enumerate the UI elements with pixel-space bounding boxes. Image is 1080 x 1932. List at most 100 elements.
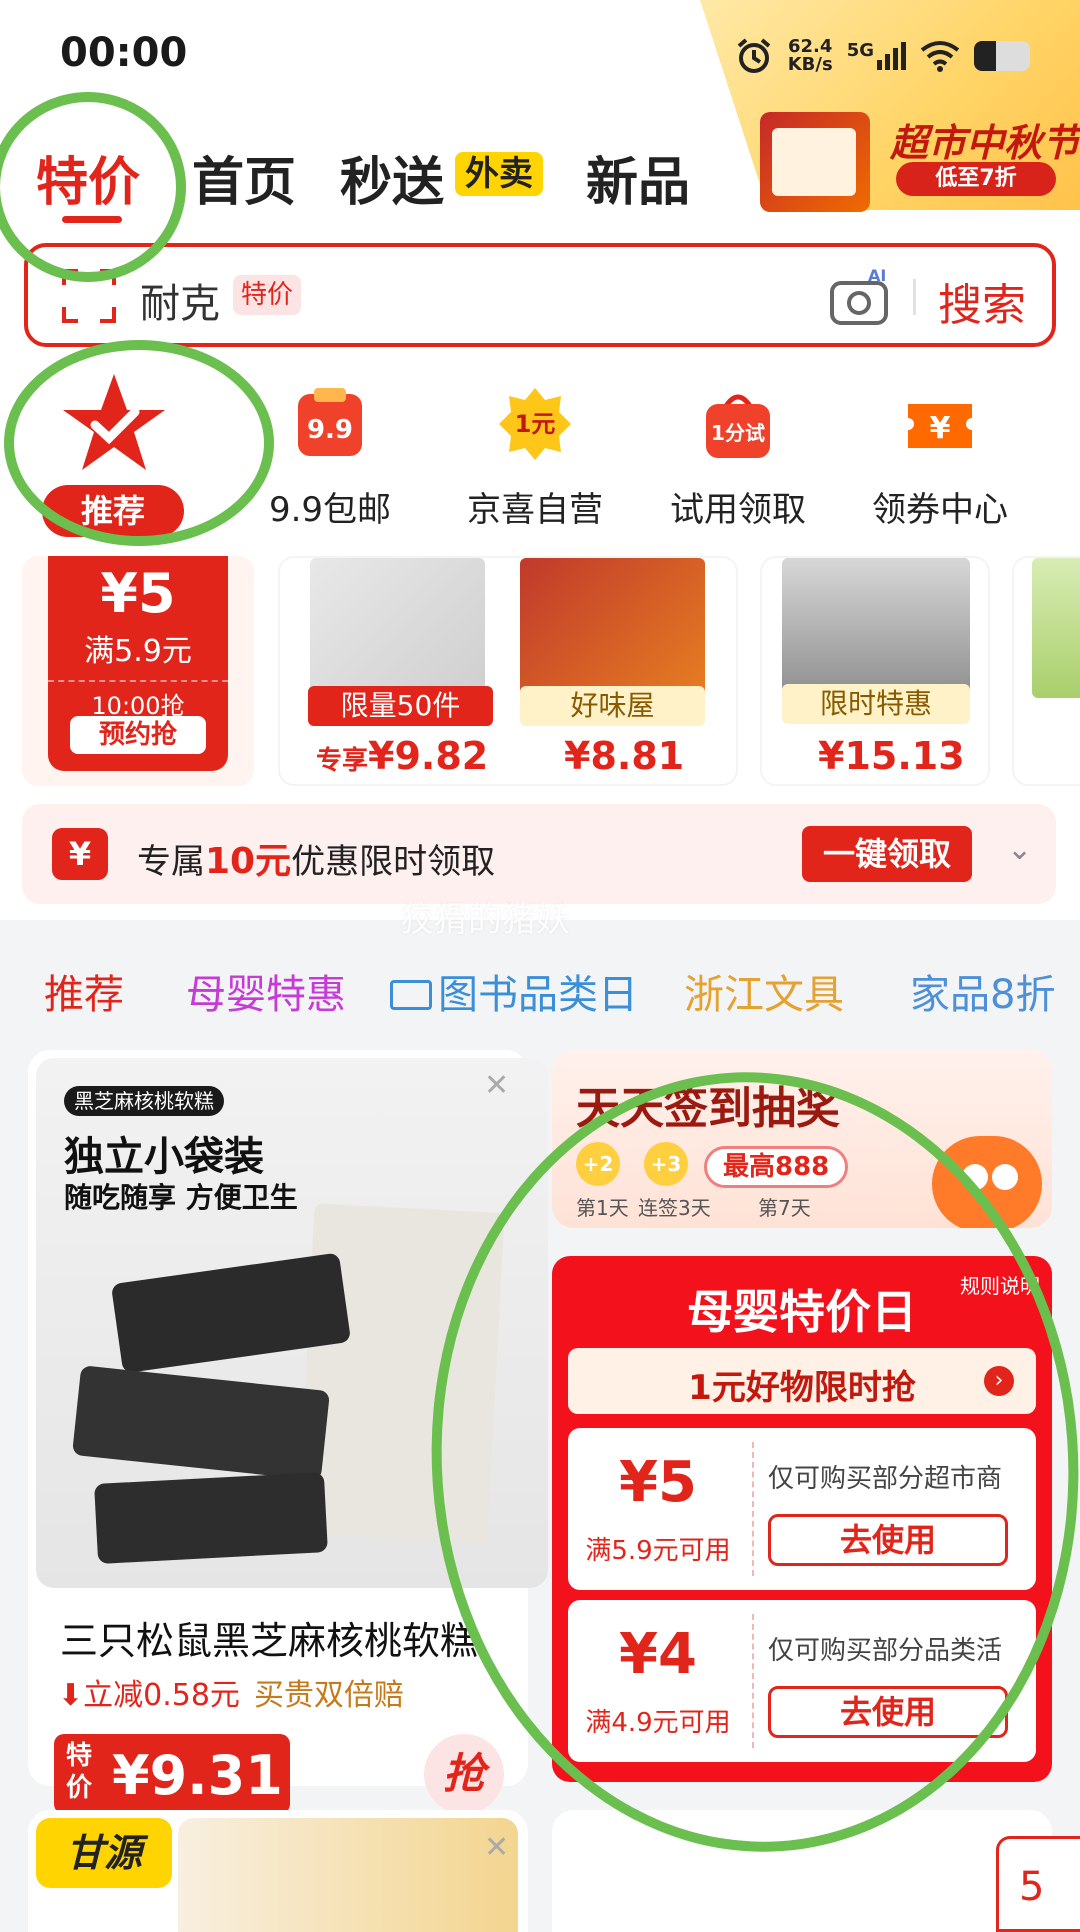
svg-text:1分试: 1分试 (711, 421, 765, 445)
channel-tab-books[interactable]: 图书品类日 (390, 962, 638, 1020)
search-tag: 特价 (233, 275, 302, 315)
close-icon[interactable]: ✕ (484, 1068, 509, 1103)
reserve-button[interactable]: 预约抢 (70, 716, 206, 754)
svg-text:¥: ¥ (930, 411, 951, 446)
product-image (1032, 558, 1080, 698)
waimai-tag: 外卖 (455, 152, 543, 196)
sign-in-card[interactable]: 天天签到抽奖 +2 +3 最高888 第1天 连签3天 第7天 (552, 1050, 1052, 1228)
product-strip-card[interactable] (1012, 556, 1080, 786)
category-coupon-center[interactable]: ¥ 领券中心 (850, 370, 1030, 530)
product-strip-card[interactable]: 限时特惠 ¥15.13 (760, 556, 990, 786)
net-speed-unit: KB/s (787, 54, 833, 75)
product-card[interactable] (552, 1810, 1052, 1932)
channel-tab-recommend[interactable]: 推荐 (44, 962, 124, 1020)
tab-new[interactable]: 新品 (586, 140, 690, 215)
product-price: ¥9.31 (112, 1744, 283, 1807)
use-coupon-button[interactable]: 去使用 (768, 1514, 1008, 1566)
ai-camera-icon[interactable]: AI (828, 267, 894, 327)
photo-headline: 独立小袋装 (64, 1134, 264, 1180)
photo-badge: 黑芝麻核桃软糕 (64, 1086, 224, 1116)
net-speed: 62.4 KB/s (788, 38, 833, 74)
chevron-down-icon[interactable]: ⌄ (1007, 832, 1032, 867)
coupon-condition: 满5.9元 (84, 634, 192, 669)
product-saving: ⬇立减0.58元 买贵双倍赔 (58, 1678, 404, 1713)
baby-deal-card[interactable]: 母婴特价日 规则说明 1元好物限时抢 › ¥5 满5.9元可用 仅可购买部分超市… (552, 1256, 1052, 1782)
channel-tab-home[interactable]: 家品8折 (910, 962, 1055, 1020)
channel-tab-baby[interactable]: 母婴特惠 (186, 962, 346, 1020)
product-price: ¥15.13 (818, 734, 965, 778)
search-divider (913, 279, 916, 315)
price-tag: 特价 (65, 1741, 92, 1803)
search-input[interactable]: 耐克 (140, 271, 220, 329)
mooncake-gift-image[interactable] (760, 112, 870, 212)
coupon-note: 仅可购买部分品类活 (768, 1636, 1003, 1666)
wifi-icon (920, 41, 960, 72)
product-strip-card[interactable]: 限量50件 好味屋 专享¥9.82 ¥8.81 (278, 556, 738, 786)
product-card[interactable]: 黑芝麻核桃软糕 独立小袋装 随吃随享 方便卫生 ✕ 三只松鼠黑芝麻核桃软糕 ⬇立… (28, 1050, 548, 1814)
alarm-icon (737, 38, 771, 73)
tab-home[interactable]: 首页 (192, 140, 296, 215)
scan-icon[interactable] (62, 269, 116, 323)
category-jingxi-label: 京喜自营 (467, 490, 603, 530)
product-image (310, 558, 485, 698)
chevron-right-icon: › (984, 1366, 1014, 1396)
category-coupon-center-label: 领券中心 (872, 490, 1008, 530)
coupon-time: 10:00抢 (48, 680, 228, 721)
brand-logo: 甘源 (36, 1818, 172, 1888)
baby-coupon: ¥5 满5.9元可用 仅可购买部分超市商 去使用 (568, 1428, 1036, 1590)
ai-label: AI (868, 267, 886, 285)
product-image (782, 558, 970, 698)
status-time: 00:00 (60, 30, 188, 76)
product-photo: 黑芝麻核桃软糕 独立小袋装 随吃随享 方便卫生 (36, 1058, 548, 1588)
flash-coupon: ¥5 满5.9元 10:00抢 预约抢 (48, 556, 228, 771)
festival-title[interactable]: 超市中秋节 (890, 112, 1080, 167)
channel-tab-books-label: 图书品类日 (438, 972, 638, 1018)
tab-miaosong[interactable]: 秒送 (340, 140, 444, 215)
rules-link[interactable]: 规则说明 (960, 1270, 1040, 1299)
product-tag: 限量50件 (308, 686, 493, 726)
category-recommend-label[interactable]: 推荐 (42, 485, 184, 537)
flash-deal-band[interactable]: 1元好物限时抢 › (568, 1348, 1036, 1414)
close-icon[interactable]: ✕ (484, 1830, 509, 1865)
product-image (520, 558, 705, 698)
max-reward-pill: 最高888 (704, 1146, 849, 1188)
photo-subline: 随吃随享 方便卫生 (64, 1181, 298, 1214)
floating-badge[interactable]: 5 (996, 1836, 1080, 1932)
coupon-amount: ¥5 (100, 562, 176, 625)
nine-nine-icon: 9.9 (298, 388, 362, 456)
product-card[interactable]: 甘源 ✕ (28, 1810, 528, 1932)
festival-subtitle: 低至7折 (896, 162, 1056, 196)
mascot-icon (932, 1136, 1042, 1228)
coupon-divider (752, 1614, 754, 1748)
channel-tab-stationery[interactable]: 浙江文具 (684, 962, 844, 1020)
grab-button[interactable]: 抢 (424, 1734, 504, 1814)
snack-piece (71, 1365, 331, 1481)
trial-bag-icon: 1分试 (706, 394, 770, 458)
flash-deal-text: 1元好物限时抢 (688, 1368, 916, 1408)
claim-all-button[interactable]: 一键领取 (802, 826, 972, 882)
battery-icon (974, 41, 1030, 71)
category-trial-label: 试用领取 (670, 490, 806, 530)
search-button[interactable]: 搜索 (938, 269, 1026, 333)
snack-piece (94, 1472, 328, 1564)
use-coupon-button[interactable]: 去使用 (768, 1686, 1008, 1738)
category-99-label: 9.9包邮 (268, 490, 392, 530)
search-bar[interactable]: 耐克 特价 AI 搜索 (24, 243, 1056, 347)
one-yuan-icon: 1元 (499, 388, 571, 460)
tab-tejia[interactable]: 特价 (36, 140, 140, 215)
product-price: 专享¥9.82 (316, 734, 488, 778)
coupon-condition: 满5.9元可用 (585, 1536, 731, 1566)
category-jingxi[interactable]: 1元 京喜自营 (445, 370, 625, 530)
product-title[interactable]: 三只松鼠黑芝麻核桃软糕 (60, 1610, 478, 1665)
day3-reward: +3 (644, 1142, 688, 1186)
flash-coupon-card[interactable]: ¥5 满5.9元 10:00抢 预约抢 (22, 556, 254, 786)
status-icons: 62.4 KB/s 5G (734, 36, 1030, 76)
coupon-amount: ¥4 (619, 1622, 697, 1687)
category-99[interactable]: 9.9 9.9包邮 (240, 370, 420, 530)
price-prefix: 专享 (316, 746, 369, 776)
price-value: ¥9.82 (368, 734, 489, 778)
baby-coupon: ¥4 满4.9元可用 仅可购买部分品类活 去使用 (568, 1600, 1036, 1762)
coupon-claim-banner[interactable]: ¥ 专属10元优惠限时领取 一键领取 ⌄ (22, 804, 1056, 904)
signal-icon: 5G (847, 42, 906, 70)
category-trial[interactable]: 1分试 试用领取 (648, 370, 828, 530)
